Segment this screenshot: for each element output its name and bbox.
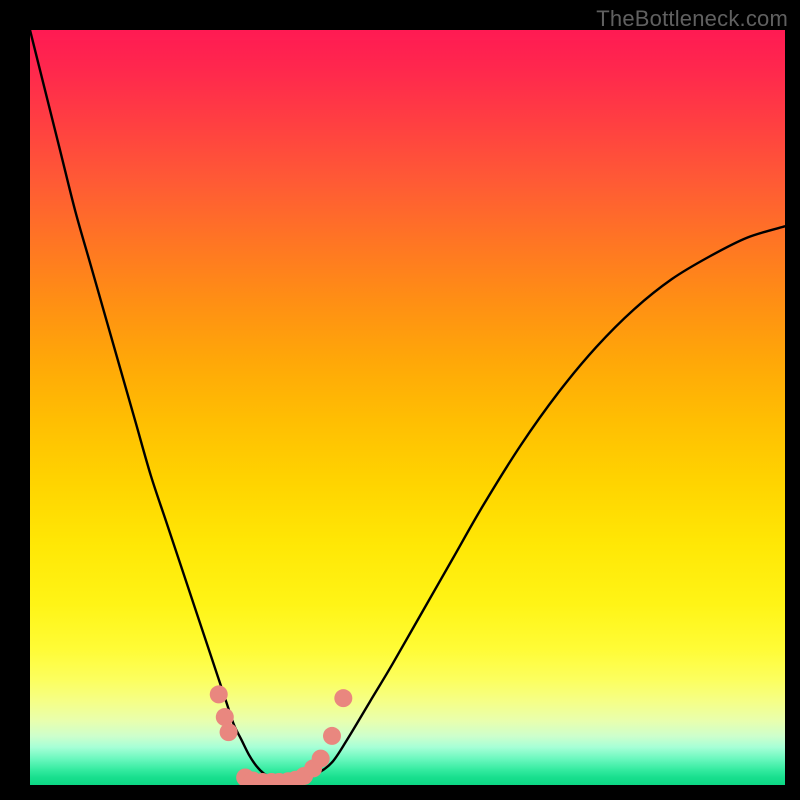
curve-marker <box>216 708 234 726</box>
curve-marker <box>334 689 352 707</box>
curve-marker <box>323 727 341 745</box>
curve-marker <box>220 723 238 741</box>
chart-svg <box>30 30 785 785</box>
curve-marker <box>312 750 330 768</box>
curve-markers <box>210 685 353 785</box>
bottleneck-curve <box>30 30 785 781</box>
watermark-text: TheBottleneck.com <box>596 6 788 32</box>
curve-marker <box>210 685 228 703</box>
chart-area <box>30 30 785 785</box>
